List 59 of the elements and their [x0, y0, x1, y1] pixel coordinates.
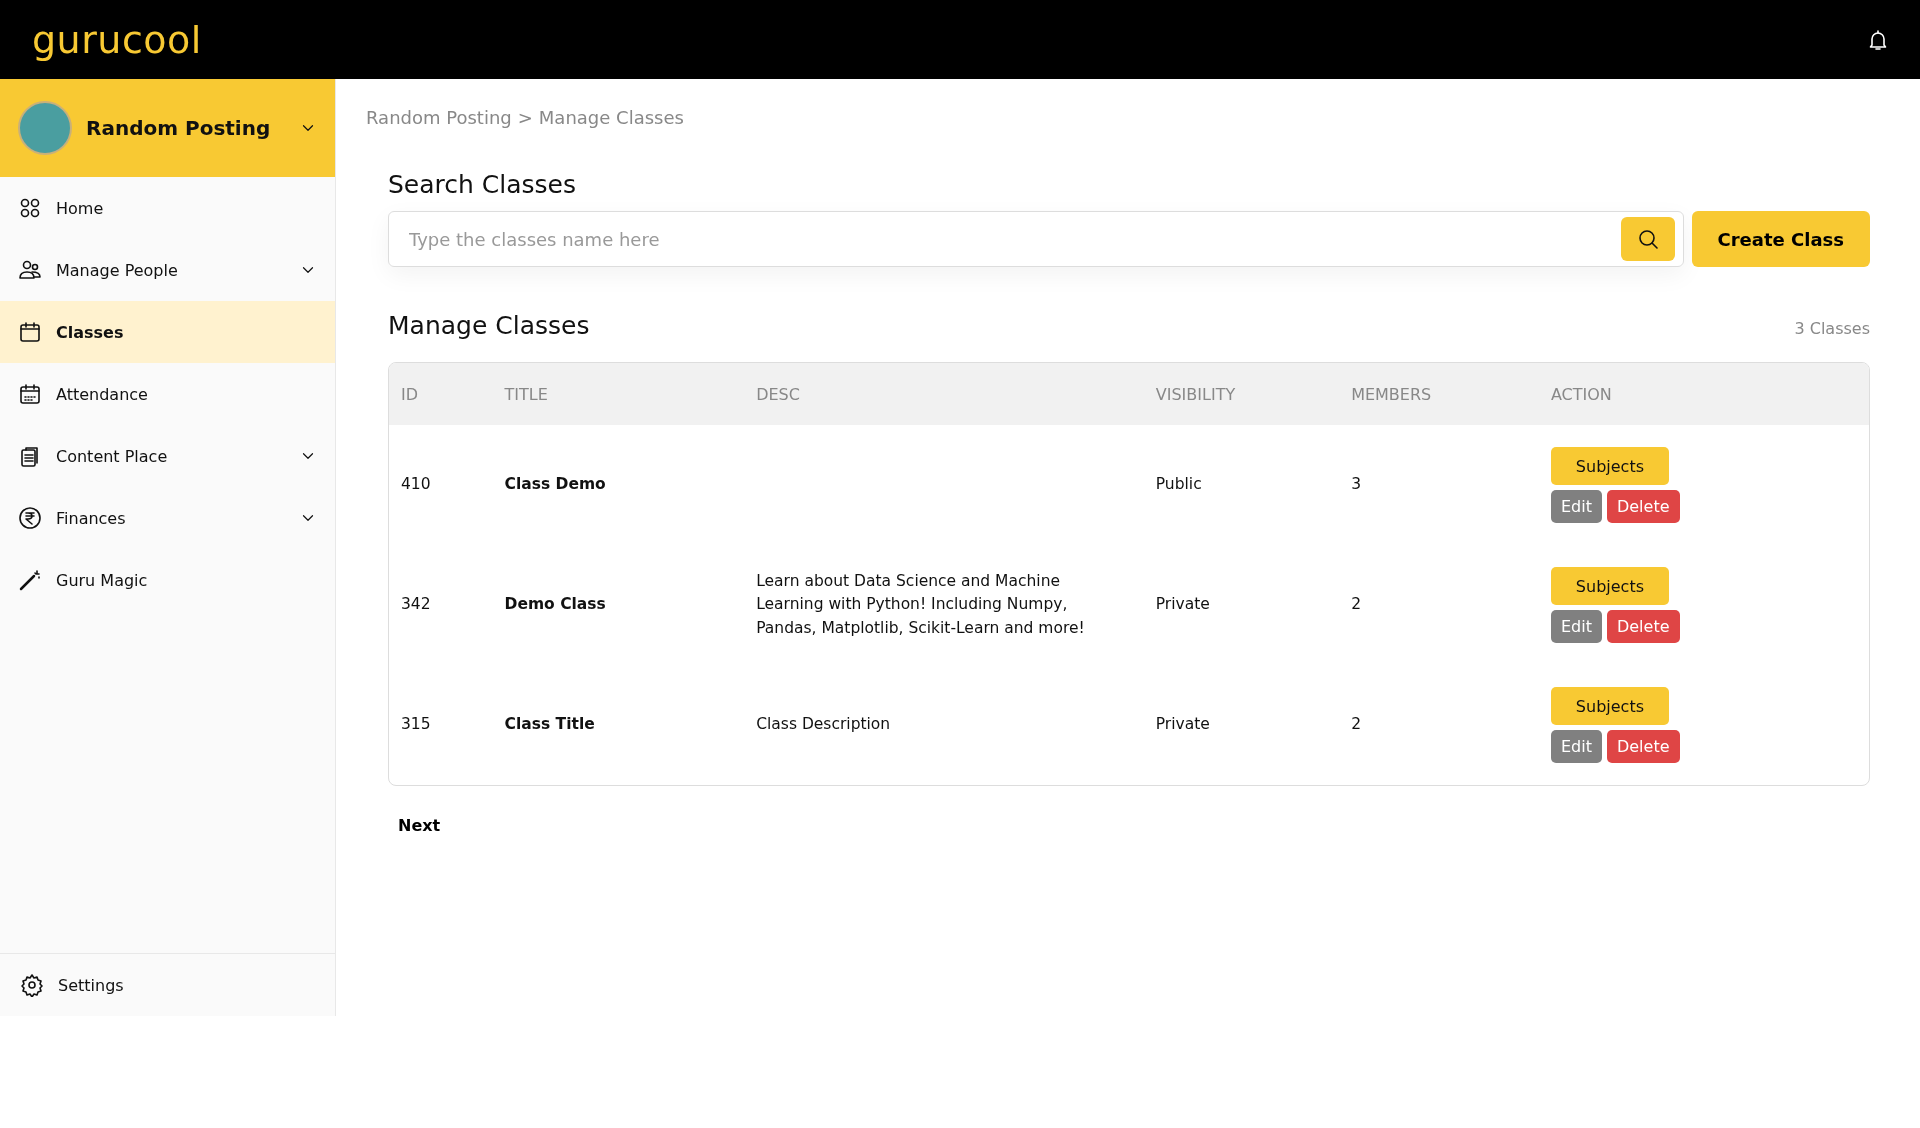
- column-header: VISIBILITY: [1143, 363, 1340, 425]
- breadcrumb-link[interactable]: Manage Classes: [538, 107, 684, 128]
- class-count: 3 Classes: [1794, 319, 1870, 338]
- logo[interactable]: gurucool: [32, 17, 202, 62]
- table-cell: Private: [1155, 595, 1210, 614]
- column-header: MEMBERS: [1339, 363, 1539, 425]
- column-header: TITLE: [492, 363, 745, 425]
- table-cell: Public: [1155, 475, 1202, 494]
- edit-button[interactable]: Edit: [1550, 490, 1602, 523]
- sidebar-item[interactable]: Content Place: [0, 425, 335, 487]
- table-cell: Learn about Data Science and Machine Learning with Python! Including Numpy, Pandas, Matplotlib, Scikit-Learn and more!: [756, 572, 1085, 637]
- column-header: ID: [389, 363, 493, 425]
- search-input[interactable]: Type the classes name here: [407, 227, 1621, 251]
- magic-wand-icon: [18, 568, 42, 592]
- breadcrumb-separator: >: [517, 107, 533, 128]
- table-cell: 2: [1351, 715, 1361, 734]
- account-name: Random Posting: [86, 116, 272, 140]
- next-link[interactable]: Next: [398, 816, 441, 835]
- settings-item[interactable]: Settings: [0, 953, 335, 1016]
- table-cell: Private: [1155, 715, 1210, 734]
- edit-button[interactable]: Edit: [1550, 610, 1602, 643]
- grid-icon: [18, 196, 42, 220]
- table-cell: Demo Class: [504, 595, 606, 614]
- table-cell: Class Title: [504, 715, 595, 734]
- create-class-button[interactable]: Create Class: [1691, 211, 1870, 267]
- table-cell: 3: [1351, 475, 1361, 494]
- subjects-button[interactable]: Subjects: [1550, 687, 1669, 725]
- table-cell: 342: [401, 595, 431, 614]
- search-field[interactable]: Type the classes name here: [388, 211, 1684, 267]
- sidebar-item[interactable]: Classes: [0, 301, 335, 363]
- avatar-image: [18, 101, 72, 155]
- sidebar-item[interactable]: Manage People: [0, 239, 335, 301]
- section-heading: Search Classes: [388, 170, 577, 199]
- table-cell: 315: [401, 715, 431, 734]
- section-heading: Manage Classes: [388, 311, 590, 340]
- delete-button[interactable]: Delete: [1606, 490, 1680, 523]
- rupee-icon: [18, 506, 42, 530]
- sidebar-item[interactable]: Finances: [0, 487, 335, 549]
- column-header: DESC: [744, 363, 1144, 425]
- people-icon: [18, 258, 42, 282]
- calendar-icon: [18, 320, 42, 344]
- table-cell: Class Description: [756, 715, 891, 734]
- breadcrumb-link[interactable]: Random Posting: [366, 107, 512, 128]
- account-switcher[interactable]: Random Posting: [0, 79, 335, 177]
- subjects-button[interactable]: Subjects: [1550, 447, 1669, 485]
- edit-button[interactable]: Edit: [1550, 730, 1602, 763]
- calendar-icon: [18, 382, 42, 406]
- column-header: ACTION: [1538, 363, 1869, 425]
- table-cell: 2: [1351, 595, 1361, 614]
- table-cell: Class Demo: [504, 475, 606, 494]
- sidebar-item[interactable]: Attendance: [0, 363, 335, 425]
- subjects-button[interactable]: Subjects: [1550, 567, 1669, 605]
- sidebar-item[interactable]: Home: [0, 177, 335, 239]
- settings-icon: [20, 973, 44, 997]
- search-button[interactable]: [1620, 217, 1675, 261]
- sidebar-item[interactable]: Guru Magic: [0, 549, 335, 611]
- table-cell: 410: [401, 475, 431, 494]
- delete-button[interactable]: Delete: [1606, 730, 1680, 763]
- delete-button[interactable]: Delete: [1606, 610, 1680, 643]
